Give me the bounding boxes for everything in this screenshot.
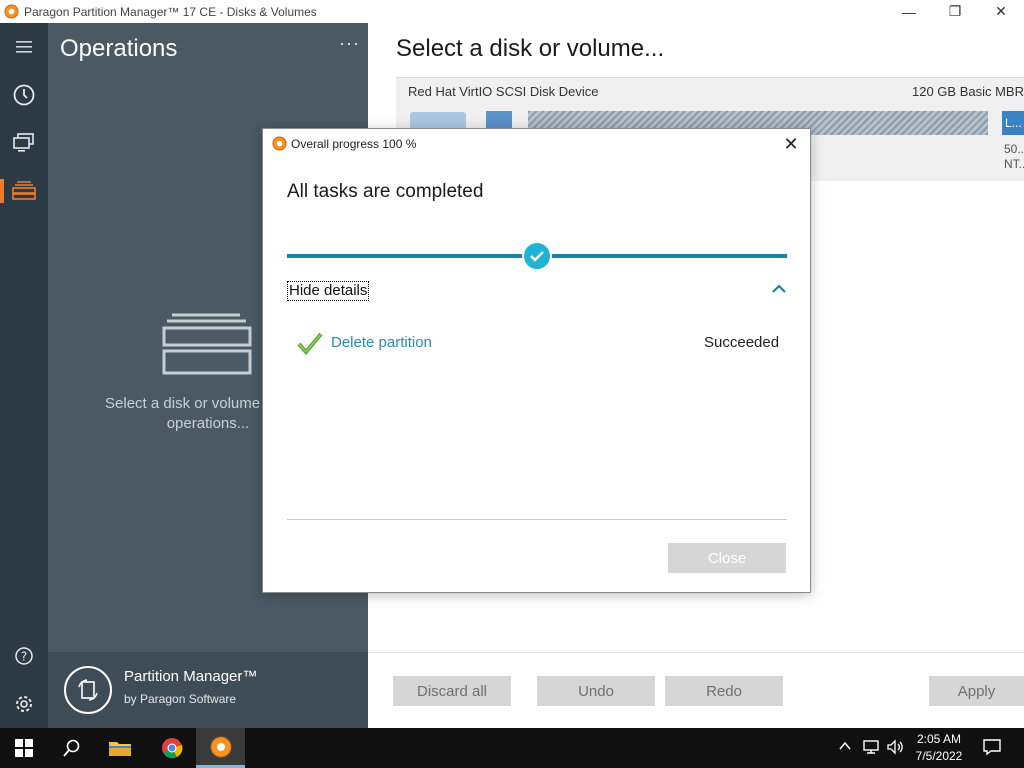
partition-manager-logo-icon bbox=[64, 666, 112, 714]
disk-info: 120 GB Basic MBR bbox=[912, 84, 1024, 99]
windows-start-icon[interactable] bbox=[0, 728, 48, 768]
operations-title: Operations bbox=[60, 35, 178, 62]
brand-subtitle: by Paragon Software bbox=[124, 692, 237, 706]
brand-footer: Partition Manager™ by Paragon Software bbox=[48, 652, 368, 728]
taskbar-clock[interactable]: 2:05 AM 7/5/2022 bbox=[906, 731, 972, 765]
window-title: Paragon Partition Manager™ 17 CE - Disks… bbox=[24, 4, 317, 19]
file-explorer-icon[interactable] bbox=[96, 728, 144, 768]
help-icon[interactable]: ? bbox=[8, 640, 40, 672]
action-bar: Discard all Undo Redo Apply bbox=[368, 652, 1024, 728]
close-button[interactable]: Close bbox=[668, 543, 786, 573]
maximize-button[interactable]: ❐ bbox=[932, 0, 978, 23]
hamburger-menu-icon[interactable] bbox=[8, 31, 40, 63]
notifications-icon[interactable] bbox=[982, 738, 1002, 759]
success-check-icon bbox=[297, 332, 323, 355]
active-nav-indicator bbox=[0, 179, 4, 203]
network-icon[interactable] bbox=[862, 739, 880, 758]
more-options-icon[interactable]: ··· bbox=[339, 33, 360, 54]
task-status: Succeeded bbox=[704, 334, 780, 351]
hide-details-link[interactable]: Hide details bbox=[287, 281, 370, 301]
disk-name: Red Hat VirtIO SCSI Disk Device bbox=[408, 84, 599, 99]
clock-time: 2:05 AM bbox=[916, 732, 962, 746]
volume-size: 50... bbox=[1004, 142, 1024, 156]
chrome-icon[interactable] bbox=[148, 728, 196, 768]
brand-name: Partition Manager™ bbox=[124, 668, 258, 685]
volume-tile[interactable]: L... bbox=[1002, 111, 1024, 135]
dialog-heading: All tasks are completed bbox=[287, 181, 484, 202]
paragon-app-icon bbox=[272, 136, 287, 151]
chevron-up-icon[interactable] bbox=[771, 283, 787, 295]
settings-gear-icon[interactable] bbox=[8, 688, 40, 720]
svg-text:?: ? bbox=[21, 650, 27, 664]
dialog-title: Overall progress 100 % bbox=[291, 137, 417, 151]
monitor-icon[interactable] bbox=[8, 127, 40, 159]
checkmark-icon bbox=[522, 241, 552, 271]
taskbar: 2:05 AM 7/5/2022 bbox=[0, 728, 1024, 768]
discard-all-button[interactable]: Discard all bbox=[393, 676, 511, 706]
history-clock-icon[interactable] bbox=[8, 79, 40, 111]
volume-filesystem: NT... bbox=[1004, 157, 1024, 171]
paragon-app-icon bbox=[4, 4, 19, 19]
partition-manager-taskbar-icon[interactable] bbox=[196, 728, 245, 768]
volume-icon[interactable] bbox=[886, 739, 904, 758]
task-name: Delete partition bbox=[331, 334, 432, 351]
chevron-up-tray-icon[interactable] bbox=[838, 739, 852, 756]
page-title: Select a disk or volume... bbox=[396, 35, 665, 62]
undo-button[interactable]: Undo bbox=[537, 676, 655, 706]
clock-date: 7/5/2022 bbox=[915, 749, 963, 763]
progress-dialog: Overall progress 100 % ✕ All tasks are c… bbox=[262, 128, 811, 593]
dialog-close-icon[interactable]: ✕ bbox=[778, 132, 804, 156]
apply-button[interactable]: Apply bbox=[929, 676, 1024, 706]
disks-volumes-icon[interactable] bbox=[8, 175, 40, 207]
window-title-bar: Paragon Partition Manager™ 17 CE - Disks… bbox=[0, 0, 1024, 23]
close-window-button[interactable]: ✕ bbox=[978, 0, 1024, 23]
dialog-divider bbox=[287, 519, 787, 520]
navigation-rail: ? bbox=[0, 23, 48, 728]
minimize-button[interactable]: — bbox=[886, 0, 932, 23]
search-icon[interactable] bbox=[48, 728, 96, 768]
disks-placeholder-icon bbox=[162, 313, 252, 375]
redo-button[interactable]: Redo bbox=[665, 676, 783, 706]
